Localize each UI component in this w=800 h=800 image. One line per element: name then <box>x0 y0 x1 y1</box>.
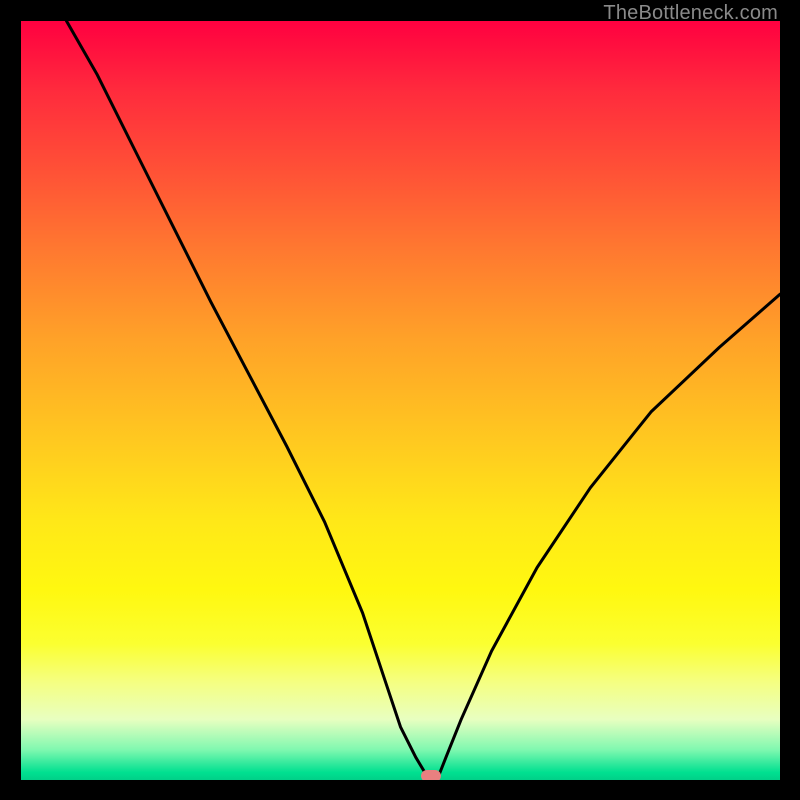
optimal-point-marker <box>421 770 441 780</box>
curve-layer <box>21 21 780 780</box>
bottleneck-curve <box>67 21 781 776</box>
plot-area <box>21 21 780 780</box>
watermark-text: TheBottleneck.com <box>603 2 778 25</box>
bottleneck-chart: TheBottleneck.com <box>0 0 800 800</box>
